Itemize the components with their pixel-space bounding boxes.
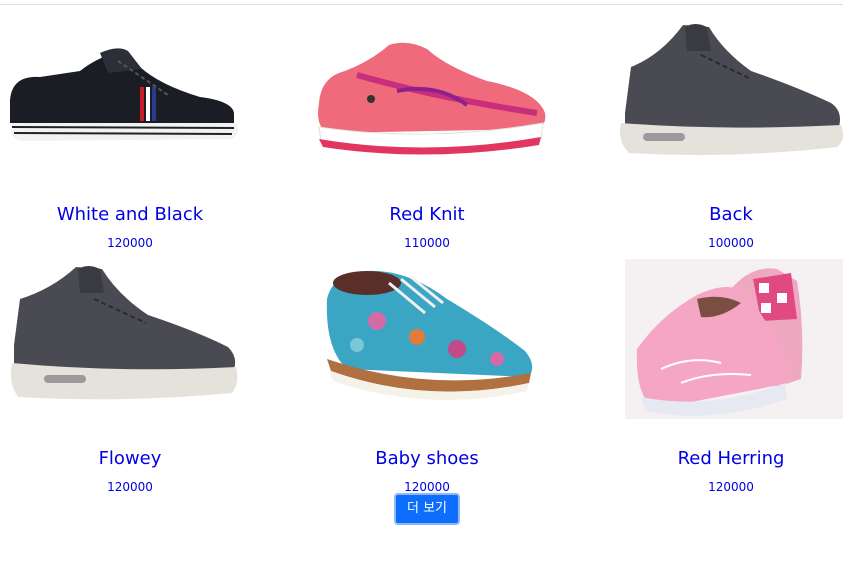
load-more-button[interactable]: 더 보기	[394, 493, 460, 525]
product-title[interactable]: White and Black	[0, 201, 260, 229]
pink-slip-on-image[interactable]	[601, 259, 843, 434]
grey-high-top-image[interactable]	[601, 15, 843, 190]
grey-high-top-image[interactable]	[0, 259, 260, 434]
red-running-shoe-image[interactable]	[297, 15, 557, 190]
product-price: 110000	[404, 236, 450, 250]
product-price: 120000	[107, 236, 153, 250]
product-title[interactable]: Red Herring	[601, 445, 843, 473]
product-price: 100000	[708, 236, 754, 250]
top-divider	[0, 4, 843, 5]
product-title[interactable]: Back	[601, 201, 843, 229]
product-price: 120000	[708, 480, 754, 494]
product-title[interactable]: Flowey	[0, 445, 260, 473]
black-sneaker-image[interactable]	[0, 15, 260, 190]
product-card: Red Knit 110000	[297, 15, 557, 255]
product-title[interactable]: Red Knit	[297, 201, 557, 229]
product-card: White and Black 120000	[0, 15, 260, 255]
floral-oxford-image[interactable]	[297, 259, 557, 434]
product-title[interactable]: Baby shoes	[297, 445, 557, 473]
product-card: Baby shoes 120000	[297, 259, 557, 499]
product-card: Back 100000	[601, 15, 843, 255]
product-card: Red Herring 120000	[601, 259, 843, 499]
product-price: 120000	[107, 480, 153, 494]
product-card: Flowey 120000	[0, 259, 260, 499]
